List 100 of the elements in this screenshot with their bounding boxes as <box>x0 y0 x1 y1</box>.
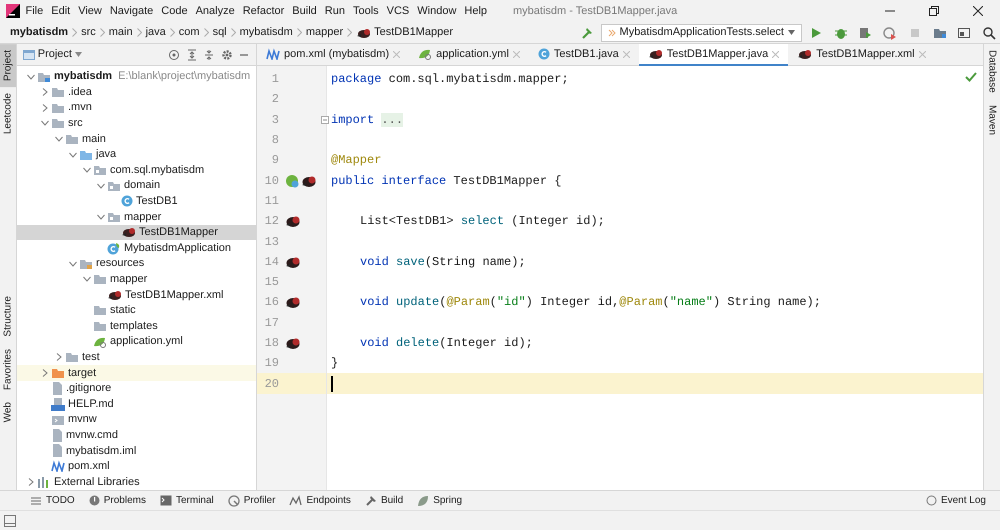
tree-item[interactable]: target <box>17 365 256 381</box>
breadcrumb-item[interactable]: java <box>146 24 166 41</box>
tree-item[interactable]: .gitignore <box>17 380 256 396</box>
tool-window-tab[interactable]: Web <box>0 396 16 428</box>
tree-item[interactable]: static <box>17 302 256 318</box>
menu-item[interactable]: View <box>78 2 102 20</box>
tool-window-tab[interactable]: Endpoints <box>289 493 351 508</box>
settings-icon[interactable] <box>220 48 232 60</box>
editor-tab[interactable]: TestDB1Mapper.java <box>638 44 788 66</box>
tool-window-tab[interactable]: Database <box>984 44 1000 99</box>
tool-window-tab[interactable]: Project <box>0 44 16 88</box>
bird-icon[interactable] <box>285 254 301 269</box>
tree-item[interactable]: mybatisdm.iml <box>17 443 256 459</box>
editor-tab[interactable]: application.yml <box>409 44 529 66</box>
panel-title-dropdown[interactable]: Project <box>38 46 72 63</box>
tree-item[interactable]: domain <box>17 178 256 194</box>
editor-tab[interactable]: pom.xml (mybatisdm) <box>257 44 410 66</box>
expand-all-icon[interactable] <box>186 48 198 60</box>
tree-item[interactable]: .mvn <box>17 100 256 116</box>
editor-tab[interactable]: TestDB1Mapper.xml <box>788 44 935 66</box>
bird-icon[interactable] <box>301 174 317 188</box>
chevron-icon <box>230 28 236 37</box>
tree-item[interactable]: .idea <box>17 84 256 100</box>
bird-icon[interactable] <box>285 295 301 310</box>
menu-item[interactable]: Help <box>464 2 488 20</box>
tree-item[interactable]: External Libraries <box>17 474 256 490</box>
breadcrumb-item[interactable]: sql <box>212 24 227 41</box>
code-line: void delete(Integer id); <box>360 335 533 352</box>
editor-tab[interactable]: TestDB1.java <box>528 44 639 66</box>
breadcrumb-item[interactable]: TestDB1Mapper <box>356 24 453 41</box>
menu-item[interactable]: Tools <box>352 2 379 20</box>
tree-item[interactable]: TestDB1Mapper.xml <box>17 287 256 303</box>
menu-item[interactable]: Navigate <box>110 2 154 20</box>
line-number: 16 <box>264 294 279 312</box>
fold-icon[interactable] <box>321 116 329 124</box>
menu-item[interactable]: Code <box>161 2 188 20</box>
collapse-all-icon[interactable] <box>203 48 215 60</box>
maven-icon <box>266 48 280 60</box>
status-toggle-icon[interactable] <box>4 514 16 526</box>
breadcrumb-item[interactable]: main <box>108 24 133 41</box>
tree-item[interactable]: application.yml <box>17 334 256 350</box>
menu-item[interactable]: Refactor <box>242 2 284 20</box>
tree-item[interactable]: resources <box>17 256 256 272</box>
bird-icon[interactable] <box>285 336 301 350</box>
tool-window-tab[interactable]: Problems <box>88 493 146 508</box>
bird-icon[interactable] <box>285 214 301 228</box>
tool-window-tab[interactable]: Spring <box>417 493 462 508</box>
endpoints-icon <box>289 495 302 506</box>
coverage-icon <box>858 26 872 40</box>
tree-item[interactable]: HELP.md <box>17 396 256 412</box>
breadcrumb-item[interactable]: src <box>81 24 96 41</box>
tree-item[interactable]: src <box>17 116 256 132</box>
line-number: 18 <box>264 335 279 352</box>
tree-item[interactable]: MybatisdmApplication <box>17 240 256 256</box>
tool-window-tab[interactable]: Favorites <box>0 342 16 396</box>
menu-item[interactable]: VCS <box>386 2 410 20</box>
tool-window-tab[interactable]: Maven <box>984 98 1000 141</box>
tree-item[interactable]: pom.xml <box>17 458 256 474</box>
class-icon <box>538 48 550 60</box>
tree-item[interactable]: main <box>17 131 256 147</box>
menu-item[interactable]: Window <box>417 2 456 20</box>
menu-item[interactable]: Run <box>324 2 345 20</box>
tool-window-tab[interactable]: Profiler <box>228 493 276 508</box>
menu-item[interactable]: File <box>26 2 44 20</box>
tool-window-tab[interactable]: Terminal <box>160 493 214 508</box>
hammer-icon <box>580 26 594 40</box>
bird-icon <box>107 288 122 301</box>
breadcrumb-item[interactable]: mapper <box>306 24 344 41</box>
line-number: 11 <box>264 192 279 210</box>
code-line: void update(@Param("id") Integer id,@Param("name") String name); <box>360 294 821 312</box>
tree-item[interactable]: templates <box>17 318 256 334</box>
tree-item[interactable]: mybatisdm E:\blank\project\mybatisdm <box>17 68 256 84</box>
line-number: 19 <box>264 355 279 372</box>
locate-icon[interactable] <box>168 48 180 60</box>
menu-item[interactable]: Build <box>292 2 317 20</box>
caret-icon[interactable] <box>74 52 82 57</box>
tree-item[interactable]: TestDB1Mapper <box>17 224 256 240</box>
menu-item[interactable]: Analyze <box>196 2 235 20</box>
spring-class-icon <box>107 242 121 255</box>
tool-window-tab[interactable]: TODO <box>30 493 75 508</box>
tool-window-tab[interactable]: Structure <box>0 290 16 343</box>
tool-window-tab[interactable]: Build <box>364 493 404 508</box>
tree-item[interactable]: mvnw.cmd <box>17 427 256 443</box>
tree-item[interactable]: TestDB1 <box>17 194 256 210</box>
tool-window-tab[interactable]: Event Log <box>926 493 986 508</box>
tree-item[interactable]: mapper <box>17 209 256 225</box>
tool-window-tab[interactable]: Leetcode <box>0 87 16 140</box>
breadcrumb-item[interactable]: com <box>178 24 200 41</box>
code-line: import ... <box>331 112 404 129</box>
menu-item[interactable]: Edit <box>51 2 70 20</box>
list-icon <box>30 496 42 506</box>
tree-item[interactable]: mapper <box>17 271 256 288</box>
tree-item[interactable]: test <box>17 349 256 366</box>
breadcrumb-item[interactable]: mybatisdm <box>240 24 293 41</box>
tree-item[interactable]: mvnw <box>17 412 256 428</box>
line-number: 2 <box>270 91 279 108</box>
run-configuration-dropdown[interactable]: MybatisdmApplicationTests.select <box>600 24 802 42</box>
breadcrumb-item[interactable]: mybatisdm <box>10 24 68 41</box>
tree-item[interactable]: java <box>17 146 256 162</box>
tree-item[interactable]: com.sql.mybatisdm <box>17 162 256 178</box>
